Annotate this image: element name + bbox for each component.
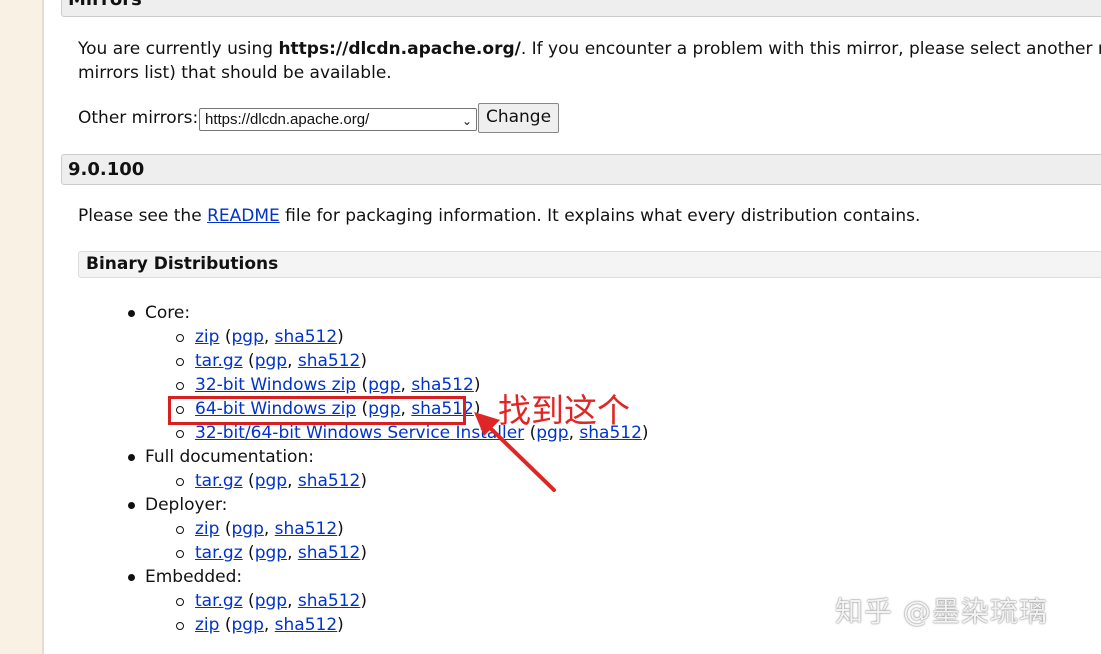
sha512-link[interactable]: sha512 <box>275 519 338 539</box>
mirror-info-prefix: You are currently using <box>78 39 279 59</box>
group-label: Deployer: <box>145 495 228 515</box>
sha512-link[interactable]: sha512 <box>298 471 361 491</box>
download-entry: tar.gz (pgp, sha512) <box>195 591 368 611</box>
pgp-link[interactable]: pgp <box>255 543 287 563</box>
readme-line: Please see the README file for packaging… <box>78 204 920 228</box>
download-entry: zip (pgp, sha512) <box>195 615 344 635</box>
download-entry: tar.gz (pgp, sha512) <box>195 351 368 371</box>
watermark: 知乎 @墨染琉璃 <box>835 595 1048 628</box>
circle-bullet-icon <box>176 526 184 534</box>
download-entry: 32-bit Windows zip (pgp, sha512) <box>195 375 481 395</box>
readme-suffix: file for packaging information. It expla… <box>279 206 921 226</box>
download-link[interactable]: zip <box>195 519 219 539</box>
bullet-icon <box>128 310 135 317</box>
sha512-link[interactable]: sha512 <box>298 591 361 611</box>
chevron-down-icon: ⌄ <box>461 114 472 128</box>
pgp-link[interactable]: pgp <box>231 615 263 635</box>
mirrors-section-header: Mirrors <box>61 0 1101 17</box>
download-link[interactable]: tar.gz <box>195 471 243 491</box>
download-link[interactable]: tar.gz <box>195 351 243 371</box>
download-entry: tar.gz (pgp, sha512) <box>195 471 368 491</box>
readme-link[interactable]: README <box>207 206 280 226</box>
binary-distributions-header: Binary Distributions <box>78 251 1101 278</box>
version-section-header: 9.0.100 <box>61 154 1101 185</box>
mirror-select[interactable]: https://dlcdn.apache.org/ ⌄ <box>199 108 477 131</box>
download-entry: zip (pgp, sha512) <box>195 519 344 539</box>
pgp-link[interactable]: pgp <box>231 519 263 539</box>
arrow-icon <box>474 412 556 492</box>
sha512-link[interactable]: sha512 <box>275 615 338 635</box>
mirror-info-suffix: . If you encounter a problem with this m… <box>520 39 1101 59</box>
pgp-link[interactable]: pgp <box>368 375 400 395</box>
sha512-link[interactable]: sha512 <box>275 327 338 347</box>
readme-prefix: Please see the <box>78 206 208 226</box>
group-label: Embedded: <box>145 567 243 587</box>
circle-bullet-icon <box>176 622 184 630</box>
bullet-icon <box>128 574 135 581</box>
pgp-link[interactable]: pgp <box>255 591 287 611</box>
circle-bullet-icon <box>176 382 184 390</box>
download-link[interactable]: zip <box>195 327 219 347</box>
sha512-link[interactable]: sha512 <box>411 375 474 395</box>
circle-bullet-icon <box>176 598 184 606</box>
highlight-box <box>168 396 466 425</box>
download-entry: zip (pgp, sha512) <box>195 327 344 347</box>
download-link[interactable]: 32-bit Windows zip <box>195 375 356 395</box>
mirror-select-value: https://dlcdn.apache.org/ <box>205 111 370 128</box>
left-margin <box>0 0 44 654</box>
other-mirrors-label: Other mirrors: <box>78 108 199 128</box>
circle-bullet-icon <box>176 334 184 342</box>
group-label: Core: <box>145 303 191 323</box>
change-button[interactable]: Change <box>478 103 559 133</box>
download-link[interactable]: tar.gz <box>195 543 243 563</box>
download-link[interactable]: zip <box>195 615 219 635</box>
pgp-link[interactable]: pgp <box>255 471 287 491</box>
pgp-link[interactable]: pgp <box>231 327 263 347</box>
circle-bullet-icon <box>176 550 184 558</box>
group-label: Full documentation: <box>145 447 314 467</box>
mirror-info-line: You are currently using https://dlcdn.ap… <box>78 37 1101 61</box>
sha512-link[interactable]: sha512 <box>298 543 361 563</box>
circle-bullet-icon <box>176 478 184 486</box>
bullet-icon <box>128 454 135 461</box>
pgp-link[interactable]: pgp <box>255 351 287 371</box>
bullet-icon <box>128 502 135 509</box>
sha512-link[interactable]: sha512 <box>298 351 361 371</box>
circle-bullet-icon <box>176 430 184 438</box>
download-entry: tar.gz (pgp, sha512) <box>195 543 368 563</box>
page: Mirrors You are currently using https://… <box>0 0 1101 654</box>
download-link[interactable]: tar.gz <box>195 591 243 611</box>
mirror-info-line2: mirrors list) that should be available. <box>78 63 392 83</box>
circle-bullet-icon <box>176 358 184 366</box>
current-mirror-url: https://dlcdn.apache.org/ <box>278 39 521 59</box>
